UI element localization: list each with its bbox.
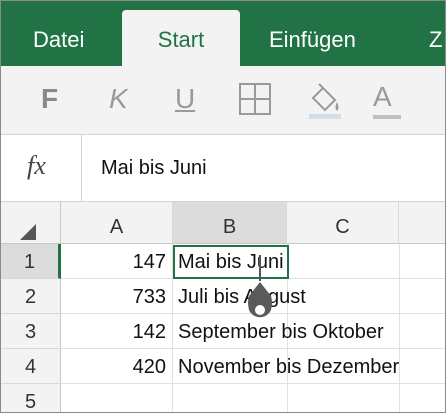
cell-b5[interactable]	[173, 384, 445, 412]
cell-b3[interactable]: September bis Oktober	[173, 314, 445, 349]
fill-color-bucket-icon	[309, 83, 341, 119]
bold-label: F	[41, 83, 59, 114]
bold-button[interactable]: F	[41, 80, 58, 118]
cell-b2[interactable]: Juli bis August	[173, 279, 445, 314]
cell-b4[interactable]: November bis Dezember	[173, 349, 445, 384]
excel-window: Datei Start Einfügen Z F K U A fx Mai bi…	[0, 0, 446, 413]
row-header-5[interactable]: 5	[1, 384, 61, 412]
row-header-3[interactable]: 3	[1, 314, 61, 349]
select-all-icon	[20, 224, 36, 240]
text-cursor	[259, 255, 261, 281]
formula-bar: fx Mai bis Juni	[1, 135, 445, 202]
tab-start[interactable]: Start	[122, 10, 240, 66]
formula-input[interactable]: Mai bis Juni	[101, 157, 207, 180]
column-header-d[interactable]	[399, 202, 445, 244]
fx-button[interactable]: fx	[1, 135, 82, 201]
column-header-c[interactable]: C	[287, 202, 399, 244]
tab-einfuegen[interactable]: Einfügen	[269, 1, 356, 66]
formatting-toolbar: F K U A	[1, 66, 445, 135]
column-header-a[interactable]: A	[61, 202, 173, 244]
tab-datei[interactable]: Datei	[33, 1, 84, 66]
cell-a3[interactable]: 142	[61, 314, 173, 349]
teardrop-handle-icon	[248, 282, 272, 318]
cell-a5[interactable]	[61, 384, 173, 412]
tab-overflow[interactable]: Z	[429, 1, 442, 66]
fill-color-button[interactable]	[305, 80, 345, 119]
ribbon-tabs: Datei Start Einfügen Z	[1, 1, 445, 66]
borders-button[interactable]	[239, 83, 271, 121]
fx-label: fx	[27, 151, 46, 180]
cursor-drag-handle[interactable]	[247, 282, 273, 329]
font-color-button[interactable]: A	[373, 80, 401, 119]
font-color-label: A	[373, 81, 392, 112]
row-header-4[interactable]: 4	[1, 349, 61, 384]
italic-button[interactable]: K	[109, 80, 128, 118]
row-header-2[interactable]: 2	[1, 279, 61, 314]
cell-a1[interactable]: 147	[61, 244, 173, 279]
cell-a2[interactable]: 733	[61, 279, 173, 314]
italic-label: K	[109, 83, 128, 114]
cell-b1[interactable]: Mai bis Juni	[173, 244, 445, 279]
select-all-button[interactable]	[1, 202, 61, 244]
spreadsheet-grid: A B C 1 147 Mai bis Juni 2 733 Juli bis …	[1, 202, 445, 412]
underline-button[interactable]: U	[175, 80, 195, 118]
borders-grid-icon	[239, 83, 271, 115]
column-header-b[interactable]: B	[173, 202, 287, 244]
font-color-swatch	[373, 115, 401, 119]
underline-label: U	[175, 83, 196, 114]
cell-a4[interactable]: 420	[61, 349, 173, 384]
row-header-1[interactable]: 1	[1, 244, 61, 279]
